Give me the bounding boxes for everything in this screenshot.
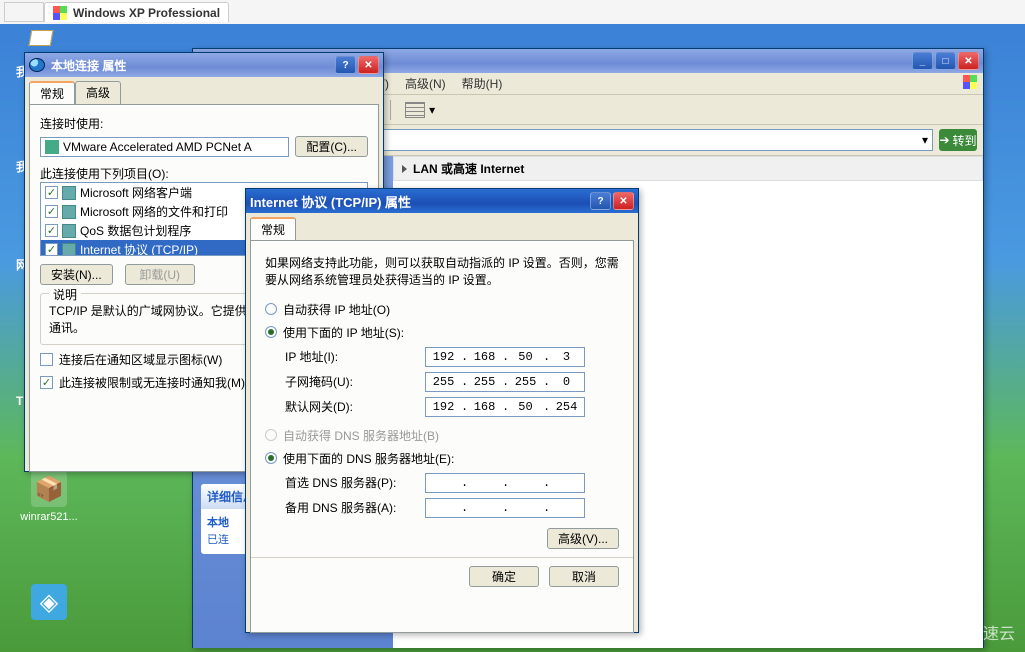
configure-button[interactable]: 配置(C)... <box>295 136 368 157</box>
tcpip-properties-dialog: Internet 协议 (TCP/IP) 属性 ? ✕ 常规 如果网络支持此功能… <box>245 188 639 633</box>
tcpip-close-button[interactable]: ✕ <box>613 192 634 210</box>
radio-auto-ip-label: 自动获得 IP 地址(O) <box>283 301 390 318</box>
tab-general[interactable]: 常规 <box>29 81 75 104</box>
radio-auto-ip[interactable] <box>265 303 277 315</box>
throbber-icon <box>963 75 977 89</box>
checkbox-notify-label: 连接后在通知区域显示图标(W) <box>59 351 222 368</box>
tcpip-tab-general[interactable]: 常规 <box>250 217 296 240</box>
tcpip-advanced-button[interactable]: 高级(V)... <box>547 528 619 549</box>
radio-auto-dns-label: 自动获得 DNS 服务器地址(B) <box>283 427 439 444</box>
tcpip-tabs: 常规 <box>246 213 638 240</box>
checkbox-notify[interactable] <box>40 353 53 366</box>
desktop-icon-app[interactable]: ◈ <box>14 584 84 624</box>
explorer-close-button[interactable]: ✕ <box>958 52 979 70</box>
go-button[interactable]: ➔ 转到 <box>939 129 977 151</box>
network-icon <box>29 58 45 72</box>
watermark: 亿速云 <box>941 620 1015 644</box>
qos-icon <box>62 224 76 238</box>
dns1-label: 首选 DNS 服务器(P): <box>285 474 425 491</box>
windows-flag-icon <box>53 6 67 20</box>
props-title: 本地连接 属性 <box>51 57 335 74</box>
checkbox-icon[interactable]: ✓ <box>45 243 58 256</box>
radio-manual-dns-row[interactable]: 使用下面的 DNS 服务器地址(E): <box>265 450 619 467</box>
items-label: 此连接使用下列项目(O): <box>40 165 368 182</box>
tab-advanced[interactable]: 高级 <box>75 81 121 104</box>
subnet-mask-field[interactable]: 255.255.255.0 <box>425 372 585 392</box>
view-icon <box>405 102 425 118</box>
dns2-label: 备用 DNS 服务器(A): <box>285 499 425 516</box>
adapter-icon <box>45 140 59 154</box>
tcpip-titlebar[interactable]: Internet 协议 (TCP/IP) 属性 ? ✕ <box>246 189 638 213</box>
tcpip-title: Internet 协议 (TCP/IP) 属性 <box>250 192 590 211</box>
winrar-label: winrar521... <box>14 511 84 523</box>
explorer-minimize-button[interactable]: _ <box>912 52 933 70</box>
props-titlebar[interactable]: 本地连接 属性 ? ✕ <box>25 53 383 77</box>
cube-icon: ◈ <box>31 584 67 620</box>
radio-manual-dns[interactable] <box>265 452 277 464</box>
install-button[interactable]: 安装(N)... <box>40 264 113 285</box>
menu-help[interactable]: 帮助(H) <box>462 75 503 92</box>
winrar-icon: 📦 <box>31 471 67 507</box>
gateway-field[interactable]: 192.168.50.254 <box>425 397 585 417</box>
gateway-label: 默认网关(D): <box>285 398 425 415</box>
radio-manual-dns-label: 使用下面的 DNS 服务器地址(E): <box>283 450 454 467</box>
radio-auto-dns <box>265 429 277 441</box>
ip-label: IP 地址(I): <box>285 348 425 365</box>
watermark-text: 亿速云 <box>967 620 1015 644</box>
checkbox-limited[interactable]: ✓ <box>40 376 53 389</box>
adapter-field[interactable]: VMware Accelerated AMD PCNet A <box>40 137 289 157</box>
radio-manual-ip[interactable] <box>265 326 277 338</box>
checkbox-icon[interactable]: ✓ <box>45 186 58 199</box>
service-icon <box>62 205 76 219</box>
toolbar-view[interactable]: ▾ <box>401 100 439 120</box>
menu-advanced[interactable]: 高级(N) <box>405 75 446 92</box>
prev-tab[interactable] <box>4 2 44 22</box>
vm-tab-strip: Windows XP Professional <box>0 0 1025 24</box>
explorer-maximize-button[interactable]: □ <box>935 52 956 70</box>
client-icon <box>62 186 76 200</box>
desktop-icon-winrar[interactable]: 📦 winrar521... <box>14 471 84 523</box>
go-arrow-icon: ➔ <box>939 133 949 147</box>
radio-manual-ip-label: 使用下面的 IP 地址(S): <box>283 324 404 341</box>
radio-manual-ip-row[interactable]: 使用下面的 IP 地址(S): <box>265 324 619 341</box>
checkbox-icon[interactable]: ✓ <box>45 224 58 237</box>
radio-auto-ip-row[interactable]: 自动获得 IP 地址(O) <box>265 301 619 318</box>
checkbox-limited-label: 此连接被限制或无连接时通知我(M) <box>59 374 245 391</box>
cloud-icon <box>941 625 961 639</box>
vm-tab[interactable]: Windows XP Professional <box>44 2 229 22</box>
props-help-button[interactable]: ? <box>335 56 356 74</box>
ok-button[interactable]: 确定 <box>469 566 539 587</box>
vm-tab-label: Windows XP Professional <box>73 6 220 20</box>
section-header[interactable]: LAN 或高速 Internet <box>393 156 983 181</box>
ip-address-field[interactable]: 192.168.50.3 <box>425 347 585 367</box>
connect-using-label: 连接时使用: <box>40 115 368 132</box>
section-label: LAN 或高速 Internet <box>413 160 524 177</box>
props-close-button[interactable]: ✕ <box>358 56 379 74</box>
description-title: 说明 <box>49 286 81 303</box>
adapter-name: VMware Accelerated AMD PCNet A <box>63 140 252 154</box>
protocol-icon <box>62 243 76 257</box>
subnet-label: 子网掩码(U): <box>285 373 425 390</box>
props-tabs: 常规 高级 <box>25 77 383 104</box>
tcpip-help-button[interactable]: ? <box>590 192 611 210</box>
tcpip-description: 如果网络支持此功能，则可以获取自动指派的 IP 设置。否则，您需要从网络系统管理… <box>265 255 619 289</box>
checkbox-icon[interactable]: ✓ <box>45 205 58 218</box>
dns-preferred-field[interactable]: ... <box>425 473 585 493</box>
cancel-button[interactable]: 取消 <box>549 566 619 587</box>
mail-icon[interactable] <box>30 30 52 49</box>
chevron-right-icon <box>402 165 407 173</box>
uninstall-button: 卸载(U) <box>125 264 195 285</box>
dns-alternate-field[interactable]: ... <box>425 498 585 518</box>
radio-auto-dns-row: 自动获得 DNS 服务器地址(B) <box>265 427 619 444</box>
go-label: 转到 <box>953 132 977 149</box>
